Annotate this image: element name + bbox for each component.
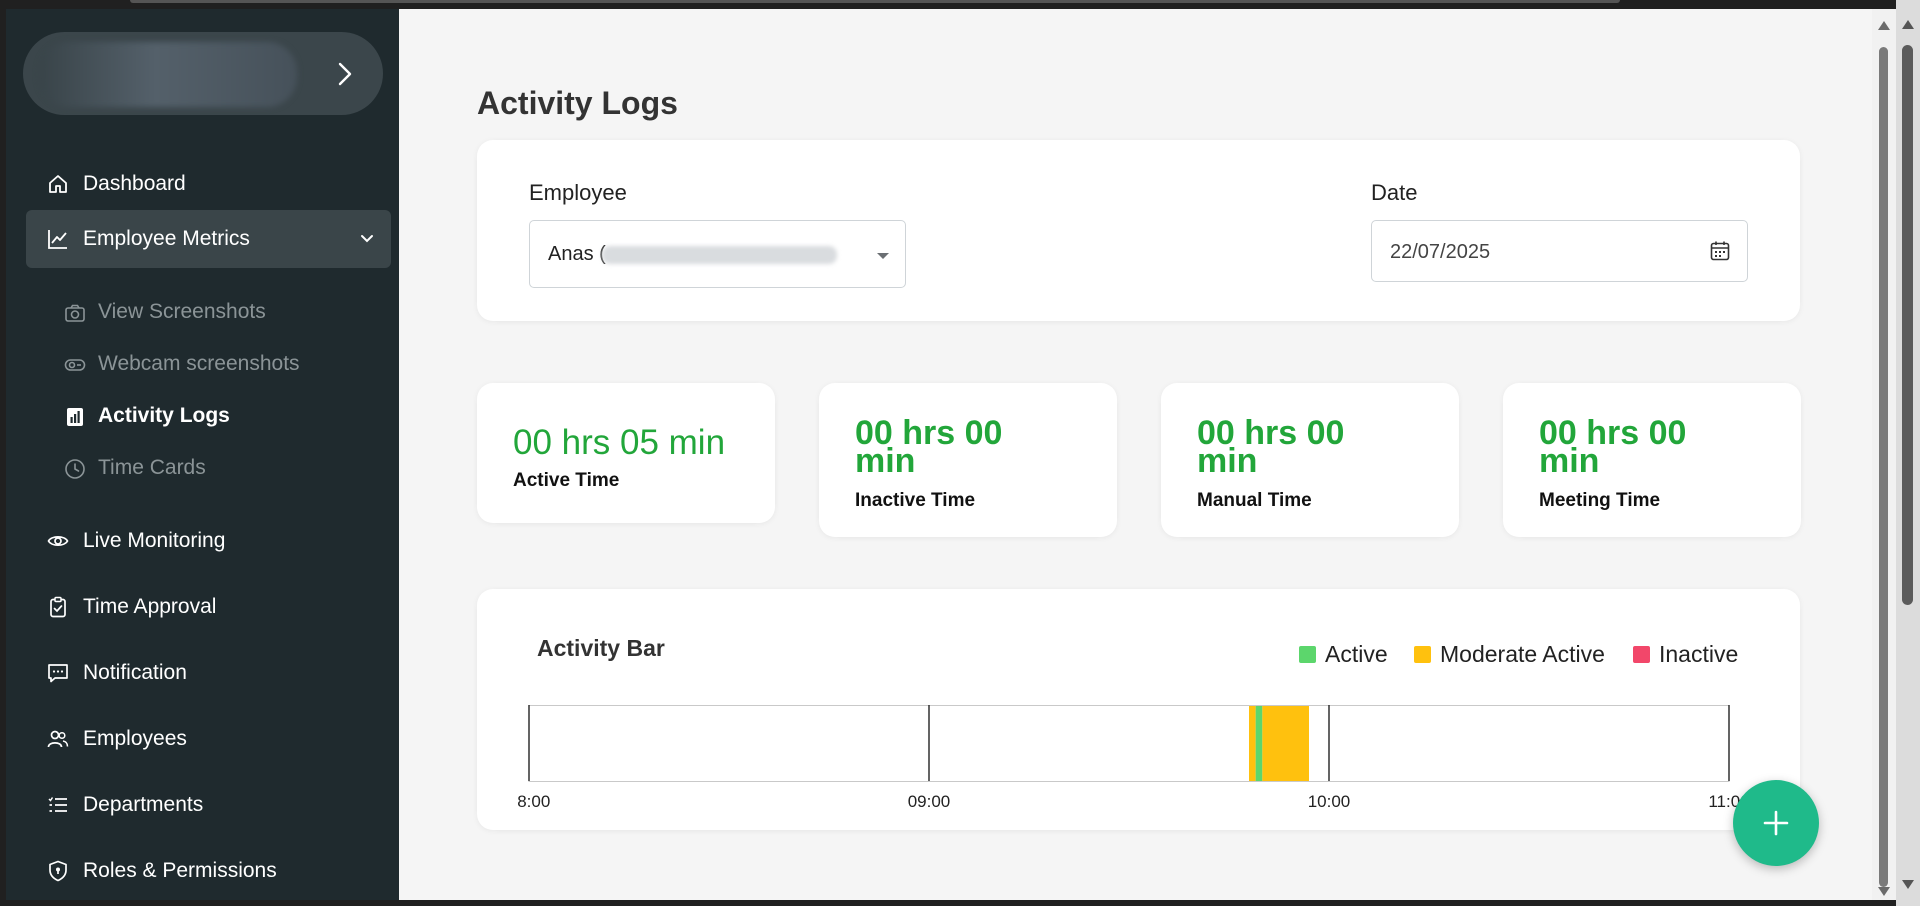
chart-line-icon: [48, 230, 67, 249]
message-icon: [48, 664, 68, 683]
sidebar-item-label: Dashboard: [83, 172, 186, 195]
activity-segment: [1255, 706, 1263, 781]
sidebar-item-label: Live Monitoring: [83, 529, 226, 552]
sidebar-item-time-approval[interactable]: Time Approval: [26, 581, 391, 633]
stat-card-manual-time: 00 hrs 00 min Manual Time: [1161, 383, 1459, 537]
employee-label: Employee: [529, 180, 627, 205]
sidebar-item-label: Notification: [83, 661, 187, 684]
activity-timeline-chart: 08:0009:0010:0011:00: [517, 705, 1750, 811]
outer-scroll-up-icon[interactable]: [1902, 20, 1914, 29]
timeline-track: [528, 705, 1730, 782]
sidebar-item-departments[interactable]: Departments: [26, 779, 391, 831]
outer-scrollbar[interactable]: [1896, 0, 1920, 906]
scroll-down-arrow-icon[interactable]: [1878, 887, 1890, 896]
legend-label: Inactive: [1659, 641, 1739, 667]
stat-label: Inactive Time: [855, 490, 976, 511]
activity-bar-card: Activity Bar Active Moderate Active Inac…: [477, 589, 1800, 830]
legend-active: Active: [1299, 641, 1388, 668]
filter-card: Employee Anas ( Date 22/07/2025: [477, 140, 1800, 321]
bar-chart-icon: [67, 408, 83, 426]
date-input[interactable]: 22/07/2025: [1371, 220, 1748, 282]
timeline-tick-label: 08:00: [517, 792, 550, 811]
sidebar-item-roles-permissions[interactable]: Roles & Permissions: [26, 845, 391, 897]
browser-top-edge: [130, 0, 1620, 3]
date-label: Date: [1371, 180, 1418, 205]
shield-icon: [49, 860, 67, 882]
employee-email-redacted: [602, 246, 837, 264]
page-title: Activity Logs: [477, 85, 678, 121]
activity-segment: [1262, 706, 1309, 781]
stat-value: 00 hrs 00 min: [1197, 414, 1345, 480]
scroll-up-arrow-icon[interactable]: [1878, 21, 1890, 30]
list-icon: [48, 797, 67, 812]
stat-value: 00 hrs 00 min: [855, 414, 1003, 480]
sidebar-item-employee-metrics[interactable]: Employee Metrics: [26, 210, 391, 268]
scroll-thumb[interactable]: [1879, 47, 1888, 887]
sidebar-item-notification[interactable]: Notification: [26, 647, 391, 699]
sidebar-item-label: Departments: [83, 793, 204, 816]
sidebar-subitem-label: Time Cards: [98, 456, 206, 479]
outer-scroll-down-icon[interactable]: [1902, 880, 1914, 889]
chevron-right-icon: [338, 62, 352, 86]
sidebar-subitem-label: Webcam screenshots: [98, 352, 300, 375]
outer-scroll-thumb[interactable]: [1902, 45, 1913, 605]
stat-value: 00 hrs 05 min: [513, 423, 726, 462]
sidebar-item-employees[interactable]: Employees: [26, 713, 391, 765]
camera-icon: [65, 304, 85, 322]
stat-label: Meeting Time: [1539, 490, 1661, 511]
org-switcher[interactable]: [23, 32, 383, 115]
stat-label: Manual Time: [1197, 490, 1312, 511]
page-scrollbar[interactable]: [1872, 9, 1896, 900]
timeline-tick-label: 09:00: [908, 792, 951, 811]
sidebar-subitem-label: Activity Logs: [98, 404, 230, 427]
users-icon: [47, 730, 69, 748]
stat-card-meeting-time: 00 hrs 00 min Meeting Time: [1503, 383, 1801, 537]
home-icon: [49, 175, 67, 193]
plus-icon: [1763, 810, 1789, 836]
stat-label: Active Time: [513, 470, 620, 491]
app-window: Dashboard Employee Metrics View Screensh…: [6, 9, 1911, 900]
employee-select-value: Anas (: [548, 243, 606, 265]
webcam-icon: [64, 359, 86, 371]
sidebar-subitem-view-screenshots[interactable]: View Screenshots: [64, 295, 384, 331]
dropdown-arrow-icon: [877, 253, 889, 259]
sidebar-subitem-label: View Screenshots: [98, 300, 266, 323]
chevron-down-icon: [361, 235, 373, 243]
org-name-redacted: [39, 42, 297, 107]
sidebar-item-label: Roles & Permissions: [83, 859, 277, 882]
legend-swatch-moderate: [1414, 646, 1431, 663]
activity-bar-title: Activity Bar: [537, 635, 665, 661]
add-button[interactable]: [1733, 780, 1819, 866]
sidebar-item-label: Employee Metrics: [83, 227, 250, 250]
legend-swatch-inactive: [1633, 646, 1650, 663]
stat-card-inactive-time: 00 hrs 00 min Inactive Time: [819, 383, 1117, 537]
stat-card-active-time: 00 hrs 05 min Active Time: [477, 383, 775, 523]
sidebar-subitem-activity-logs[interactable]: Activity Logs: [64, 399, 384, 435]
timeline-tick-label: 10:00: [1308, 792, 1351, 811]
legend-label: Moderate Active: [1440, 641, 1605, 667]
sidebar: Dashboard Employee Metrics View Screensh…: [6, 9, 399, 900]
sidebar-subitem-time-cards[interactable]: Time Cards: [64, 451, 384, 487]
calendar-icon[interactable]: [1709, 240, 1731, 262]
sidebar-item-dashboard[interactable]: Dashboard: [26, 158, 391, 210]
legend-label: Active: [1325, 641, 1388, 667]
employee-select[interactable]: Anas (: [529, 220, 906, 288]
clock-icon: [65, 459, 85, 479]
sidebar-item-label: Time Approval: [83, 595, 217, 618]
sidebar-item-live-monitoring[interactable]: Live Monitoring: [26, 515, 391, 567]
activity-segment: [1249, 706, 1256, 781]
main-content: Activity Logs Employee Anas ( Date 22/07…: [399, 9, 1883, 900]
stat-value: 00 hrs 00 min: [1539, 414, 1687, 480]
sidebar-subitem-webcam-screenshots[interactable]: Webcam screenshots: [64, 347, 384, 383]
legend-inactive: Inactive: [1633, 641, 1738, 668]
legend-moderate-active: Moderate Active: [1414, 641, 1605, 668]
eye-icon: [47, 536, 69, 546]
sidebar-item-label: Employees: [83, 727, 187, 750]
legend-swatch-active: [1299, 646, 1316, 663]
date-input-value: 22/07/2025: [1390, 241, 1491, 263]
clipboard-check-icon: [50, 596, 66, 618]
